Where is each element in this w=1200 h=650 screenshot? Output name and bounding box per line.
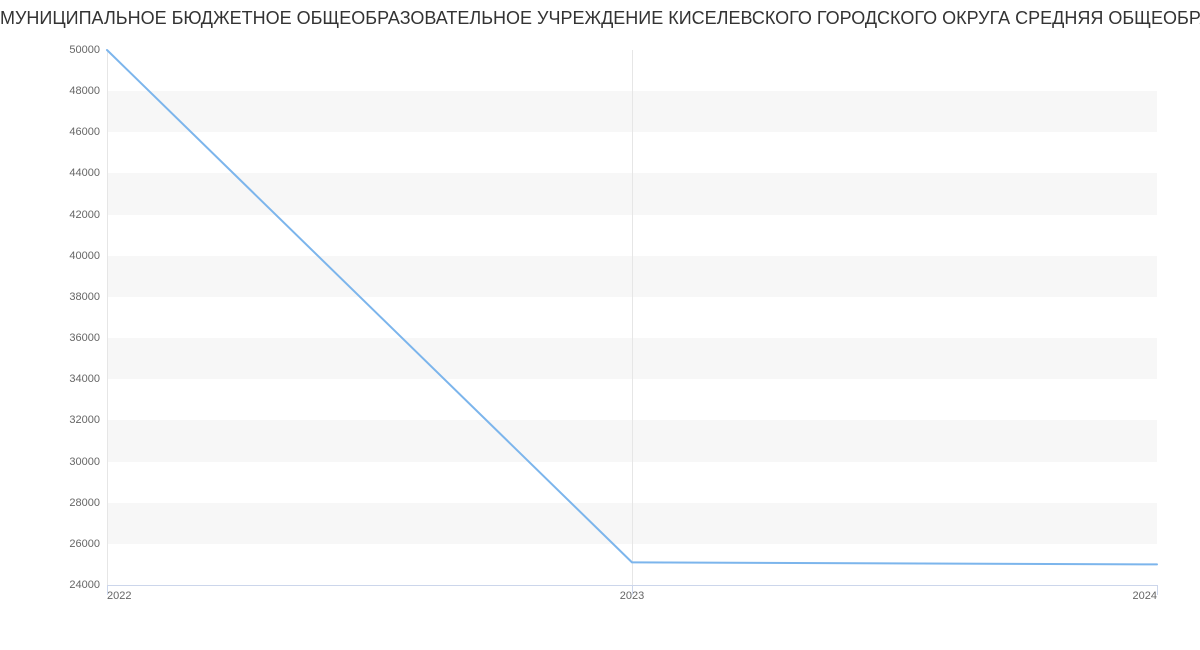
y-tick-label: 28000 xyxy=(10,497,100,509)
x-tick-label: 2022 xyxy=(107,590,131,602)
y-tick-label: 38000 xyxy=(10,291,100,303)
chart-title: МУНИЦИПАЛЬНОЕ БЮДЖЕТНОЕ ОБЩЕОБРАЗОВАТЕЛЬ… xyxy=(0,8,1200,29)
y-tick-label: 32000 xyxy=(10,414,100,426)
x-tick-mark xyxy=(1157,585,1158,595)
x-tick-mark xyxy=(632,585,633,595)
plot-area xyxy=(107,50,1157,585)
y-tick-label: 44000 xyxy=(10,167,100,179)
y-tick-label: 34000 xyxy=(10,373,100,385)
y-tick-label: 40000 xyxy=(10,250,100,262)
series-line xyxy=(107,50,1157,564)
y-tick-label: 30000 xyxy=(10,456,100,468)
x-tick-label: 2024 xyxy=(1133,590,1157,602)
y-tick-label: 48000 xyxy=(10,85,100,97)
y-tick-label: 42000 xyxy=(10,209,100,221)
y-tick-label: 36000 xyxy=(10,332,100,344)
y-tick-label: 46000 xyxy=(10,126,100,138)
y-tick-label: 24000 xyxy=(10,579,100,591)
y-tick-label: 50000 xyxy=(10,44,100,56)
y-tick-label: 26000 xyxy=(10,538,100,550)
x-tick-mark xyxy=(107,585,108,595)
chart-container: МУНИЦИПАЛЬНОЕ БЮДЖЕТНОЕ ОБЩЕОБРАЗОВАТЕЛЬ… xyxy=(0,0,1200,650)
